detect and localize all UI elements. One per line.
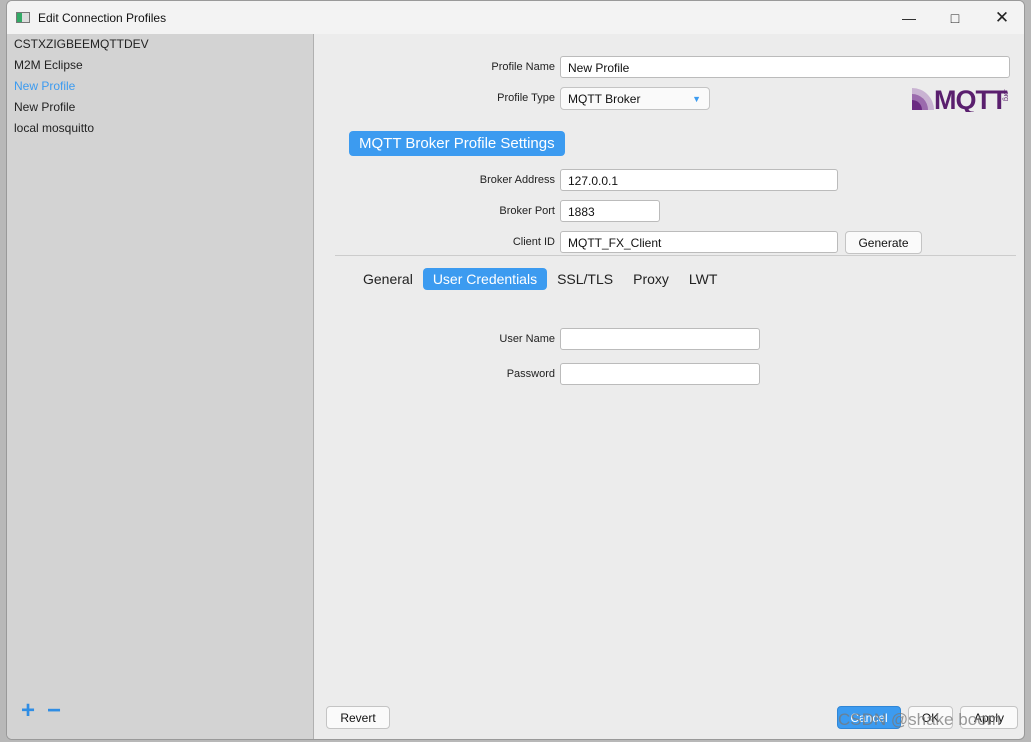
tab-lwt[interactable]: LWT: [679, 268, 728, 290]
profile-editor: Profile Name New Profile Profile Type MQ…: [315, 34, 1024, 739]
profile-name-input[interactable]: New Profile: [560, 56, 1010, 78]
client-id-label: Client ID: [512, 236, 555, 248]
tab-proxy[interactable]: Proxy: [623, 268, 679, 290]
app-icon: [16, 12, 30, 23]
profile-list: CSTXZIGBEEMQTTDEV M2M Eclipse New Profil…: [7, 34, 314, 739]
maximize-button[interactable]: □: [932, 1, 978, 34]
remove-profile-button[interactable]: −: [47, 697, 61, 725]
edit-connection-profiles-window: Edit Connection Profiles — □ ✕ CSTXZIGBE…: [6, 0, 1025, 740]
generate-button[interactable]: Generate: [845, 231, 922, 254]
profile-item[interactable]: New Profile: [7, 97, 313, 118]
user-name-label: User Name: [499, 333, 555, 345]
add-profile-button[interactable]: +: [21, 697, 35, 725]
settings-tabs: General User Credentials SSL/TLS Proxy L…: [353, 268, 727, 290]
broker-port-input[interactable]: 1883: [560, 200, 660, 222]
tab-user-credentials[interactable]: User Credentials: [422, 268, 548, 290]
close-button[interactable]: ✕: [979, 1, 1024, 34]
title-bar: Edit Connection Profiles — □ ✕: [7, 1, 1024, 34]
svg-text:MQTT: MQTT: [934, 85, 1008, 112]
broker-port-label: Broker Port: [499, 205, 555, 217]
divider: [335, 255, 1016, 256]
client-id-input[interactable]: MQTT_FX_Client: [560, 231, 838, 253]
profile-type-select[interactable]: MQTT Broker ▼: [560, 87, 710, 110]
broker-address-label: Broker Address: [479, 174, 555, 186]
watermark: CSDN @shake boom: [838, 710, 1001, 729]
minimize-button[interactable]: —: [886, 1, 932, 34]
section-title: MQTT Broker Profile Settings: [349, 131, 565, 156]
profile-name-label: Profile Name: [491, 61, 555, 73]
revert-button[interactable]: Revert: [326, 706, 390, 729]
user-name-input[interactable]: [560, 328, 760, 350]
window-title: Edit Connection Profiles: [38, 10, 167, 25]
password-input[interactable]: [560, 363, 760, 385]
profile-type-label: Profile Type: [497, 92, 555, 104]
profile-type-value: MQTT Broker: [568, 91, 641, 106]
svg-text:.org: .org: [1002, 89, 1009, 101]
mqtt-logo: MQTT .org: [912, 84, 1012, 115]
profile-item[interactable]: M2M Eclipse: [7, 55, 313, 76]
profile-item[interactable]: local mosquitto: [7, 118, 313, 139]
tab-ssl-tls[interactable]: SSL/TLS: [547, 268, 623, 290]
profile-item[interactable]: CSTXZIGBEEMQTTDEV: [7, 34, 313, 55]
chevron-down-icon: ▼: [692, 93, 701, 104]
broker-address-input[interactable]: 127.0.0.1: [560, 169, 838, 191]
password-label: Password: [506, 368, 555, 380]
tab-general[interactable]: General: [353, 268, 423, 290]
profile-item-selected[interactable]: New Profile: [7, 76, 313, 97]
